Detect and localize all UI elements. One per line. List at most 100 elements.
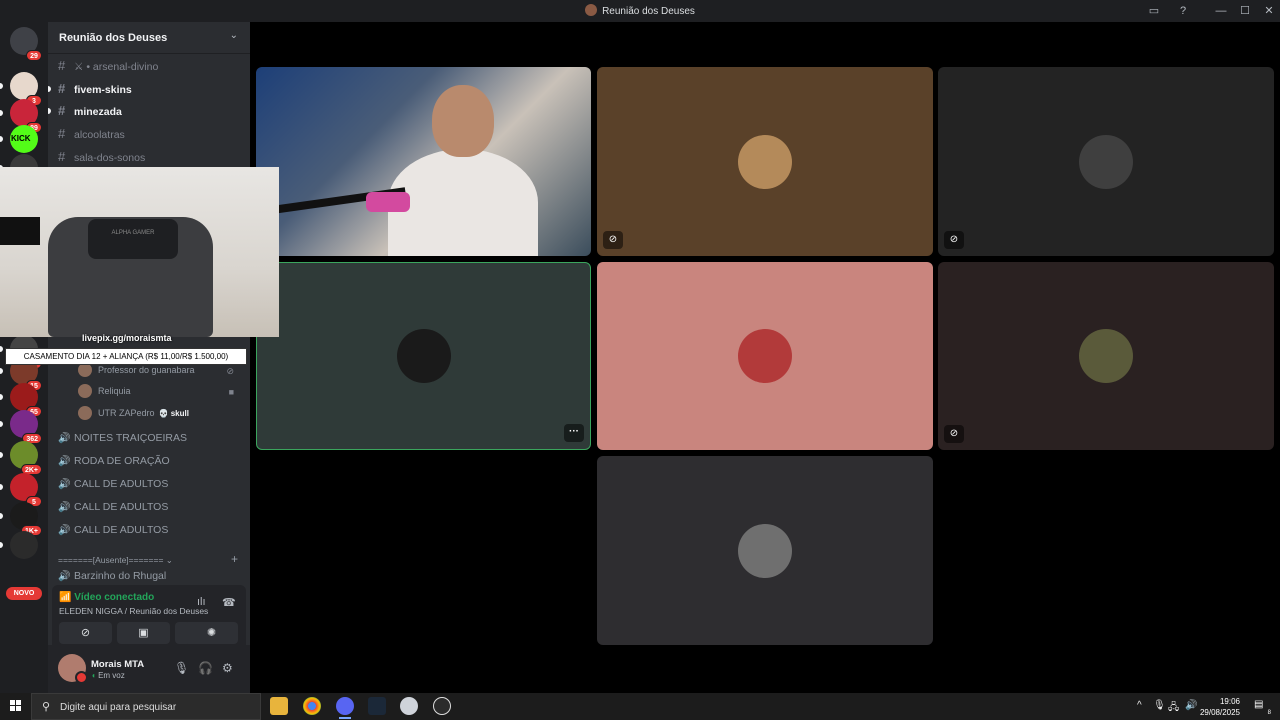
hash-icon: # (58, 126, 66, 141)
voice-channel[interactable]: 🔊 CALL DE ADULTOS (58, 524, 240, 542)
server-icon[interactable]: 3 (10, 72, 42, 106)
avatar[interactable] (58, 654, 88, 684)
webcam-stream-main[interactable] (256, 67, 591, 256)
voice-location[interactable]: ELEDEN NIGGA / Reunião dos Deuses (59, 606, 208, 616)
windows-taskbar: ⚲ Digite aqui para pesquisar ^ 🎙 🖧 🔊 19:… (0, 693, 1280, 720)
notification-icon[interactable]: ▤ 8 (1254, 699, 1271, 716)
participant-tile[interactable] (597, 262, 933, 450)
start-tile (16, 700, 21, 705)
unread-dot (48, 108, 51, 114)
maximize-button[interactable]: ☐ (1237, 3, 1253, 19)
user-status-text: Em voz (98, 671, 125, 680)
new-badge[interactable]: NOVO (6, 587, 42, 600)
start-tile (10, 706, 15, 711)
steam-icon[interactable] (368, 697, 386, 715)
participant-tile[interactable]: ⊘ (938, 262, 1274, 450)
text-channel[interactable]: # alcoolatras (58, 126, 240, 144)
server-icon[interactable]: 362 (10, 410, 42, 444)
help-icon[interactable]: ? (1175, 3, 1191, 19)
clock-date: 29/08/2025 (1199, 708, 1240, 717)
server-icon[interactable]: 5 (10, 473, 42, 507)
app-icon[interactable] (400, 697, 418, 715)
taskbar-search[interactable]: ⚲ Digite aqui para pesquisar (31, 693, 261, 720)
windows-start-icon[interactable] (10, 700, 22, 712)
voice-channel-label: CALL DE ADULTOS (74, 524, 169, 536)
speaker-icon: 🔊 (58, 479, 71, 490)
server-icon[interactable]: KICK (10, 125, 38, 153)
microphone-tray-icon[interactable]: 🎙 (1153, 700, 1166, 711)
network-icon[interactable]: 🖧 (1168, 700, 1179, 717)
speaker-icon: 🔊 (58, 456, 71, 467)
user-name[interactable]: Morais MTA (91, 659, 144, 670)
unread-pill (0, 484, 3, 490)
server-icon[interactable] (10, 531, 38, 559)
server-icon[interactable]: 2K+ (10, 441, 42, 475)
kick-label: KICK (11, 134, 31, 143)
text-channel[interactable]: # ⚔ • arsenal-divino (58, 58, 240, 76)
server-name: Reunião dos Deuses (59, 32, 168, 44)
obs-icon[interactable] (433, 697, 451, 715)
voice-channel-label: CALL DE ADULTOS (74, 478, 169, 490)
channel-label: sala-dos-sonos (74, 152, 146, 164)
noise-suppression-icon[interactable]: ılı (197, 596, 206, 608)
soundboard-button[interactable]: ✺ (185, 622, 238, 644)
volume-icon[interactable]: 🔊 (1185, 700, 1197, 711)
window-title: Reunião dos Deuses (0, 4, 1280, 17)
voice-channel[interactable]: 🔊 CALL DE ADULTOS (58, 501, 240, 519)
screen-share-button[interactable]: ▣ (117, 622, 170, 644)
server-icon[interactable]: 29 (10, 27, 42, 61)
participant-tile[interactable]: ··· (256, 262, 591, 450)
notification-count: 8 (1267, 710, 1271, 716)
category-ausente[interactable]: =======[Ausente]======= ⌄ (58, 555, 173, 566)
clock[interactable]: 19:06 29/08/2025 (1200, 696, 1240, 718)
server-icon[interactable]: 65 (10, 383, 42, 417)
camera-toggle-button[interactable]: ⊘ (59, 622, 112, 644)
avatar (78, 363, 92, 377)
headphones-icon[interactable]: 🎧 (198, 661, 213, 675)
microphone-icon[interactable]: 🎙 (174, 661, 189, 675)
streamer-figure (374, 85, 538, 256)
text-channel[interactable]: # minezada (48, 103, 240, 121)
video-icon: ■ (228, 387, 234, 397)
chevron-down-icon: ⌄ (229, 30, 238, 41)
hash-icon: # (58, 58, 66, 73)
streamer-head (432, 85, 494, 157)
channel-label: ⚔ • arsenal-divino (74, 61, 159, 73)
file-explorer-icon[interactable] (270, 697, 288, 715)
server-header[interactable]: Reunião dos Deuses ⌄ (48, 22, 250, 54)
minimize-button[interactable]: — (1213, 3, 1229, 19)
voice-channel[interactable]: 🔊 RODA DE ORAÇÃO (58, 455, 240, 473)
mic-off-icon: ⊘ (944, 425, 964, 443)
voice-member[interactable]: Reliquia (78, 384, 131, 400)
server-icon[interactable]: 89 (10, 99, 42, 133)
discord-icon[interactable] (336, 697, 354, 719)
gear-icon[interactable]: ⚙ (222, 661, 233, 675)
add-channel-icon[interactable]: + (231, 552, 238, 566)
chrome-icon[interactable] (303, 697, 321, 715)
screen-share-icon[interactable]: ▭ (1146, 3, 1162, 19)
participant-tile[interactable]: ⊘ (938, 67, 1274, 256)
server-icon[interactable]: 1K+ (10, 502, 42, 536)
discord-app: Reunião dos Deuses ▭ ? — ☐ ✕ 29389KICK41… (0, 0, 1280, 693)
disconnect-icon[interactable]: ☎ (222, 596, 236, 609)
voice-status-icon: ◖ (91, 671, 99, 680)
text-channel[interactable]: # fivem-skins (48, 81, 240, 99)
voice-channel[interactable]: 🔊 CALL DE ADULTOS (58, 478, 240, 496)
camera-off-icon: ⊘ (944, 231, 964, 249)
camera-off-icon: ⊘ (603, 231, 623, 249)
clock-time: 19:06 (1219, 697, 1240, 706)
close-button[interactable]: ✕ (1261, 3, 1277, 19)
voice-member[interactable]: Professor do guanabara (78, 363, 195, 379)
more-options-icon[interactable]: ··· (564, 424, 584, 442)
voice-channel[interactable]: 🔊 NOITES TRAIÇOEIRAS (58, 432, 240, 450)
channel-label: minezada (74, 106, 122, 118)
start-tile (16, 706, 21, 711)
participant-tile[interactable] (597, 456, 933, 645)
avatar (396, 329, 451, 383)
search-placeholder: Digite aqui para pesquisar (60, 702, 177, 713)
participant-tile[interactable]: ⊘ (597, 67, 933, 256)
chevron-up-icon[interactable]: ^ (1137, 700, 1142, 711)
voice-member[interactable]: UTR ZAPedro 💀 skull (78, 406, 189, 422)
start-tile (10, 700, 15, 705)
text-channel[interactable]: # sala-dos-sonos (58, 149, 240, 167)
